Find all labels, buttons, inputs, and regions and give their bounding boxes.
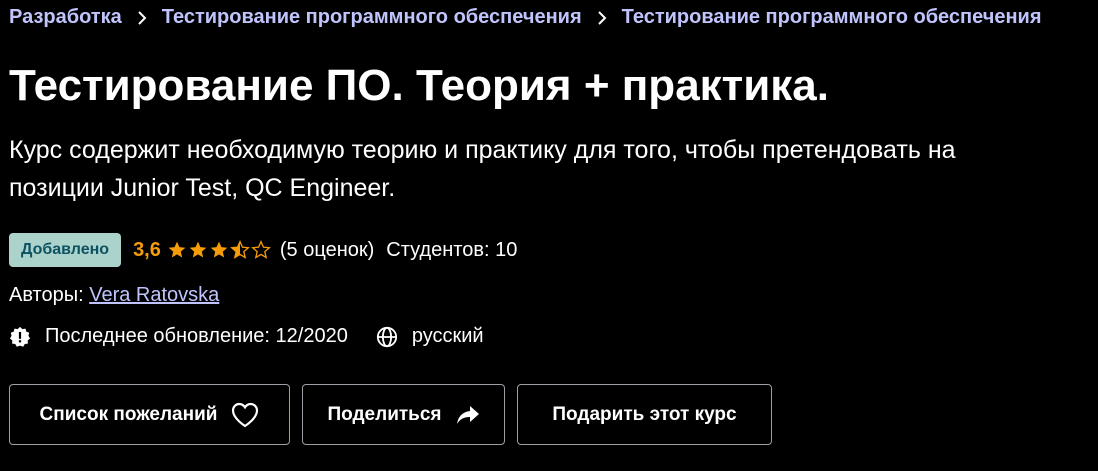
last-update-text: Последнее обновление: 12/2020	[45, 325, 348, 347]
gift-course-button[interactable]: Подарить этот курс	[517, 384, 772, 445]
course-language: русский	[376, 325, 484, 348]
alert-badge-icon	[9, 326, 31, 348]
star-full-icon	[189, 241, 207, 258]
breadcrumb-link-software-testing-topic[interactable]: Тестирование программного обеспечения	[622, 6, 1042, 29]
wishlist-button-label: Список пожеланий	[39, 403, 218, 425]
chevron-right-icon	[136, 10, 148, 25]
author-link[interactable]: Vera Ratovska	[89, 284, 219, 306]
status-badge: Добавлено	[9, 233, 122, 267]
course-info-row: Последнее обновление: 12/2020 русский	[9, 325, 512, 348]
course-actions: Список пожеланий Поделиться Подарить это…	[9, 384, 784, 445]
course-title: Тестирование ПО. Теория + практика.	[9, 61, 829, 110]
breadcrumb-link-development[interactable]: Разработка	[9, 6, 122, 29]
share-button-label: Поделиться	[327, 403, 442, 425]
breadcrumb-link-software-testing[interactable]: Тестирование программного обеспечения	[162, 6, 582, 29]
course-subtitle: Курс содержит необходимую теорию и практ…	[9, 136, 956, 202]
chevron-right-icon	[596, 10, 608, 25]
star-empty-icon	[250, 240, 271, 259]
share-arrow-icon	[456, 404, 480, 426]
students-count: Студентов: 10	[386, 238, 518, 261]
language-text: русский	[411, 325, 484, 347]
last-update: Последнее обновление: 12/2020	[9, 325, 348, 348]
star-full-icon	[210, 241, 228, 258]
course-header: Разработка Тестирование программного обе…	[0, 0, 1098, 471]
rating-value[interactable]: 3,6	[133, 239, 161, 262]
wishlist-button[interactable]: Список пожеланий	[9, 384, 290, 445]
rating-count[interactable]: (5 оценок)	[280, 239, 374, 262]
course-rating-row: Добавлено 3,6 (5 оценок) Студентов: 10	[9, 233, 517, 267]
star-half-icon	[229, 240, 250, 259]
star-full-icon	[168, 241, 186, 258]
heart-icon	[231, 402, 259, 428]
globe-icon	[376, 326, 398, 348]
authors-label: Авторы:	[9, 284, 90, 306]
rating-stars[interactable]	[167, 240, 272, 260]
gift-course-button-label: Подарить этот курс	[552, 403, 737, 425]
breadcrumb: Разработка Тестирование программного обе…	[9, 6, 1042, 29]
share-button[interactable]: Поделиться	[302, 384, 505, 445]
course-authors: Авторы: Vera Ratovska	[9, 284, 219, 307]
